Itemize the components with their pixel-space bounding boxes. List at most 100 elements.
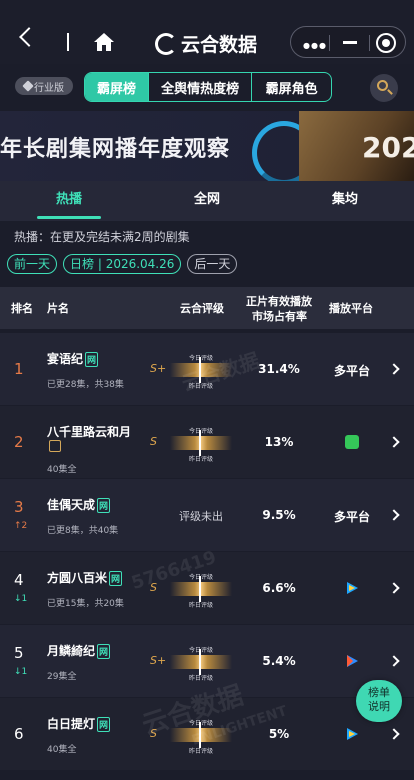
drama-title-text: 八千里路云和月 [47, 425, 132, 439]
header-name: 片名 [47, 302, 69, 315]
chevron-right-icon[interactable] [388, 655, 400, 667]
search-icon-handle [387, 89, 393, 95]
rank-change: ↓1 [14, 594, 28, 604]
drama-title-text: 佳偶天成 [47, 498, 96, 512]
drama-title: 宴语纪网 [47, 350, 99, 367]
episode-info: 已更8集，共40集 [47, 526, 119, 536]
prev-day-button[interactable]: 前一天 [7, 254, 58, 274]
episode-info: 29集全 [47, 672, 77, 682]
market-share: 5% [268, 727, 290, 741]
top-bar: 云合数据 ●●● [0, 0, 414, 64]
rating-gauge: 今日评级 昨日评级 [170, 353, 232, 390]
rank-change: ↑2 [14, 521, 28, 531]
minimize-icon[interactable] [343, 41, 357, 44]
rank-number: 1 [14, 360, 24, 378]
rating-gauge: 今日评级 昨日评级 [170, 426, 232, 463]
divider [329, 35, 330, 51]
float-label-line1: 榜单 [368, 686, 390, 699]
industry-edition-badge[interactable]: 行业版 [15, 77, 73, 95]
promo-banner[interactable]: 年长剧集网播年度观察 202 [0, 111, 414, 181]
market-share: 9.5% [262, 508, 296, 522]
search-button[interactable] [370, 74, 398, 102]
platform-text: 多平台 [333, 510, 370, 524]
episode-info: 已更15集，共20集 [47, 599, 124, 609]
web-badge: 网 [85, 352, 99, 367]
table-row[interactable]: 3 ↑2 佳偶天成网 已更8集，共40集 评级未出 9.5% 多平台 [0, 479, 414, 552]
grade-label: S [150, 435, 157, 448]
header-rating: 云合评级 [180, 302, 224, 315]
brand: 云合数据 [155, 30, 257, 57]
industry-label: 行业版 [34, 82, 64, 94]
tab-quanwang[interactable]: 全网 [138, 181, 276, 221]
platform-text: 多平台 [333, 364, 370, 378]
rank-number: 6 [14, 725, 24, 743]
web-badge: 网 [97, 644, 111, 659]
grade-label: S+ [150, 654, 167, 667]
grade-label: S [150, 727, 157, 740]
chevron-right-icon[interactable] [388, 363, 400, 375]
tab-rebo[interactable]: 热播 [0, 181, 138, 221]
rating-yesterday-label: 昨日评级 [188, 383, 213, 390]
table-row[interactable]: 4 ↓1 方圆八百米网 已更15集，共20集 S 今日评级 昨日评级 6.6% [0, 552, 414, 625]
rating-gauge: 今日评级 昨日评级 [170, 572, 232, 609]
ranking-explanation-button[interactable]: 榜单 说明 [356, 680, 402, 722]
iqiyi-icon [345, 435, 359, 449]
rank-number: 3 [14, 498, 24, 516]
episode-info: 40集全 [47, 465, 77, 475]
next-day-button[interactable]: 后一天 [187, 254, 238, 274]
rating-pending: 评级未出 [179, 510, 223, 523]
brand-logo-icon [155, 32, 177, 55]
chevron-right-icon[interactable] [388, 509, 400, 521]
close-miniapp-icon[interactable] [376, 33, 396, 53]
chevron-right-icon[interactable] [388, 728, 400, 740]
tab-bapingbang[interactable]: 霸屏榜 [85, 73, 148, 101]
drama-title: 方圆八百米网 [47, 569, 123, 586]
back-icon[interactable] [19, 27, 39, 47]
rating-bar [170, 722, 232, 748]
header-share-line2: 市场占有率 [252, 310, 307, 323]
table-row[interactable]: 5 ↓1 月鳞綺纪网 29集全 S+ 今日评级 昨日评级 5.4% [0, 625, 414, 698]
filter-note: 热播：在更及完结未满2周的剧集 [14, 230, 190, 244]
float-label-line2: 说明 [368, 700, 390, 713]
table-header: 排名 片名 云合评级 正片有效播放 市场占有率 播放平台 [0, 287, 414, 329]
rating-bar [170, 357, 232, 383]
table-row[interactable]: 6 白日提灯网 40集全 S 今日评级 昨日评级 5% [0, 698, 414, 771]
episode-info: 已更28集，共38集 [47, 380, 124, 390]
drama-title-text: 白日提灯 [47, 717, 96, 731]
table-row[interactable]: 1 宴语纪网 已更28集，共38集 S+ 今日评级 昨日评级 31.4% 多平台 [0, 333, 414, 406]
market-share: 6.6% [262, 581, 296, 595]
rating-today-label: 今日评级 [170, 572, 232, 581]
drama-title-text: 方圆八百米 [47, 571, 108, 585]
rating-yesterday-label: 昨日评级 [188, 675, 213, 682]
chevron-right-icon[interactable] [388, 436, 400, 448]
rating-bar [170, 576, 232, 602]
market-share: 5.4% [262, 654, 296, 668]
episode-info: 40集全 [47, 745, 77, 755]
date-picker[interactable]: 日榜 | 2026.04.26 [63, 254, 182, 274]
table-row[interactable]: 2 八千里路云和月 40集全 S 今日评级 昨日评级 13% [0, 406, 414, 479]
tab-quanyuqing[interactable]: 全舆情热度榜 [147, 73, 251, 101]
market-share: 31.4% [258, 362, 300, 376]
chevron-right-icon[interactable] [388, 582, 400, 594]
market-share: 13% [264, 435, 294, 449]
drama-title: 月鳞綺纪网 [47, 642, 111, 659]
grade-label: S+ [150, 362, 167, 375]
web-badge: 网 [109, 571, 123, 586]
drama-title: 八千里路云和月 [47, 423, 131, 440]
tab-jijun[interactable]: 集均 [276, 181, 414, 221]
banner-year: 202 [362, 131, 414, 164]
web-badge: 网 [97, 717, 111, 732]
rank-tab-group: 霸屏榜 全舆情热度榜 霸屏角色 [84, 72, 332, 102]
rating-bar [170, 430, 232, 456]
rating-bar [170, 649, 232, 675]
header-rank: 排名 [11, 302, 33, 315]
rank-change: ↓1 [14, 667, 28, 677]
sub-tabs: 热播 全网 集均 [0, 181, 414, 221]
rating-today-label: 今日评级 [170, 353, 232, 362]
youku-icon [347, 655, 358, 667]
diamond-icon [22, 80, 34, 92]
rating-yesterday-label: 昨日评级 [188, 456, 213, 463]
more-icon[interactable]: ●●● [303, 41, 327, 50]
home-icon[interactable] [93, 32, 115, 52]
tab-bapingjuese[interactable]: 霸屏角色 [251, 73, 331, 101]
